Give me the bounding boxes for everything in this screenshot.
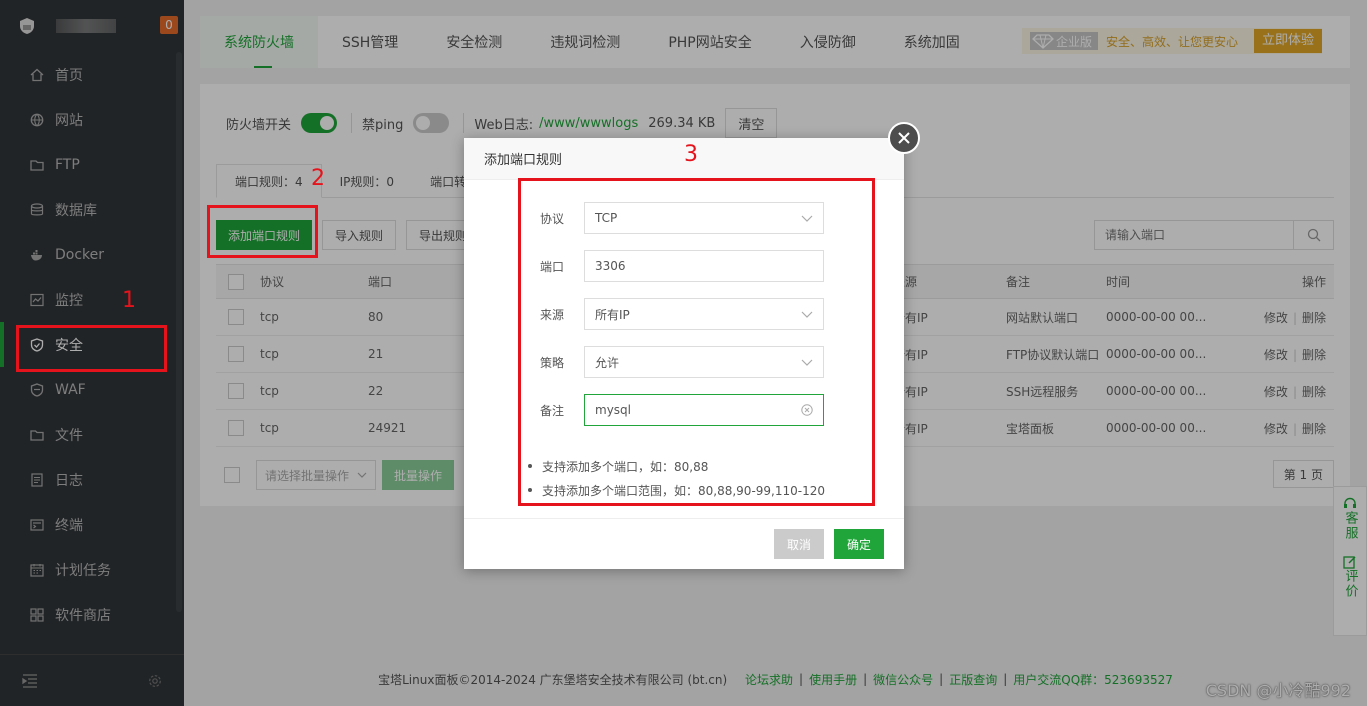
cancel-button[interactable]: 取消 (773, 529, 824, 559)
annotation-box-form (518, 178, 875, 506)
annotation-box-add-rule (207, 205, 318, 258)
close-dialog-button[interactable] (888, 122, 920, 154)
annotation-box-security (16, 325, 167, 372)
annotation-number-2: 2 (311, 166, 325, 191)
annotation-number-1: 1 (122, 288, 136, 313)
annotation-number-3: 3 (684, 142, 698, 167)
confirm-button[interactable]: 确定 (833, 529, 884, 559)
close-icon (898, 132, 910, 144)
dialog-footer: 取消 确定 (464, 518, 904, 569)
